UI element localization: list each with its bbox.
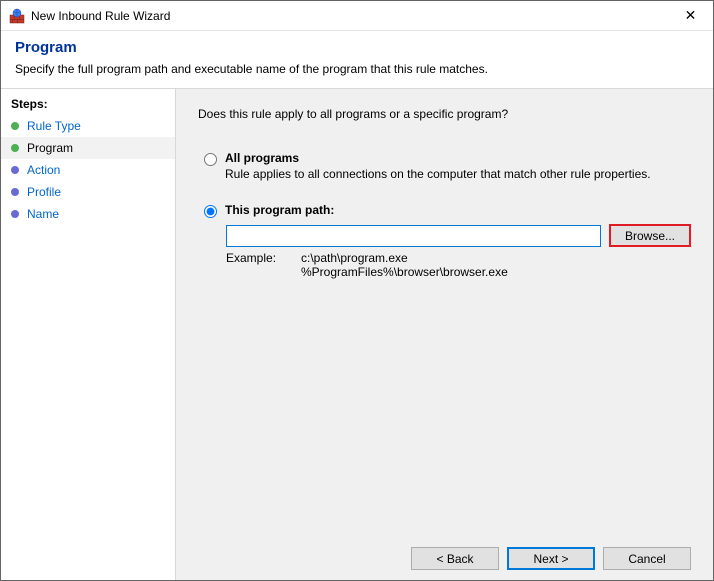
wizard-footer: < Back Next > Cancel xyxy=(198,531,691,570)
step-bullet-icon xyxy=(11,210,19,218)
step-label[interactable]: Rule Type xyxy=(27,119,81,133)
option-program-path[interactable]: This program path: xyxy=(204,203,691,218)
option-path-label: This program path: xyxy=(225,203,334,217)
step-label[interactable]: Name xyxy=(27,207,59,221)
program-path-row: Browse... xyxy=(226,224,691,247)
example-label: Example: xyxy=(226,251,301,279)
next-button[interactable]: Next > xyxy=(507,547,595,570)
option-group: All programs Rule applies to all connect… xyxy=(204,151,691,279)
option-all-label: All programs xyxy=(225,151,299,165)
step-bullet-icon xyxy=(11,188,19,196)
window-title: New Inbound Rule Wizard xyxy=(31,9,668,23)
wizard-header: Program Specify the full program path an… xyxy=(1,31,713,88)
step-bullet-icon xyxy=(11,166,19,174)
step-profile[interactable]: Profile xyxy=(1,181,175,203)
step-rule-type[interactable]: Rule Type xyxy=(1,115,175,137)
step-name[interactable]: Name xyxy=(1,203,175,225)
wizard-content: Does this rule apply to all programs or … xyxy=(176,89,713,580)
firewall-icon xyxy=(9,8,25,24)
wizard-window: New Inbound Rule Wizard ✕ Program Specif… xyxy=(0,0,714,581)
step-bullet-icon xyxy=(11,144,19,152)
steps-title: Steps: xyxy=(1,93,175,115)
close-button[interactable]: ✕ xyxy=(668,1,713,30)
back-button[interactable]: < Back xyxy=(411,547,499,570)
titlebar: New Inbound Rule Wizard ✕ xyxy=(1,1,713,31)
page-title: Program xyxy=(15,39,699,56)
step-program[interactable]: Program xyxy=(1,137,175,159)
option-all-programs[interactable]: All programs Rule applies to all connect… xyxy=(204,151,691,181)
program-path-input[interactable] xyxy=(226,225,601,247)
radio-all-programs[interactable] xyxy=(204,153,217,166)
question-text: Does this rule apply to all programs or … xyxy=(198,107,691,121)
page-subtitle: Specify the full program path and execut… xyxy=(15,62,699,76)
steps-sidebar: Steps: Rule Type Program Action Profile Name xyxy=(1,89,176,580)
step-label[interactable]: Action xyxy=(27,163,60,177)
step-label[interactable]: Profile xyxy=(27,185,61,199)
step-label[interactable]: Program xyxy=(27,141,73,155)
browse-button[interactable]: Browse... xyxy=(609,224,691,247)
option-all-desc: Rule applies to all connections on the c… xyxy=(225,167,691,181)
cancel-button[interactable]: Cancel xyxy=(603,547,691,570)
radio-program-path[interactable] xyxy=(204,205,217,218)
example-row: Example: c:\path\program.exe %ProgramFil… xyxy=(226,251,691,279)
step-bullet-icon xyxy=(11,122,19,130)
wizard-body: Steps: Rule Type Program Action Profile Name… xyxy=(1,88,713,580)
step-action[interactable]: Action xyxy=(1,159,175,181)
example-text: c:\path\program.exe %ProgramFiles%\brows… xyxy=(301,251,508,279)
